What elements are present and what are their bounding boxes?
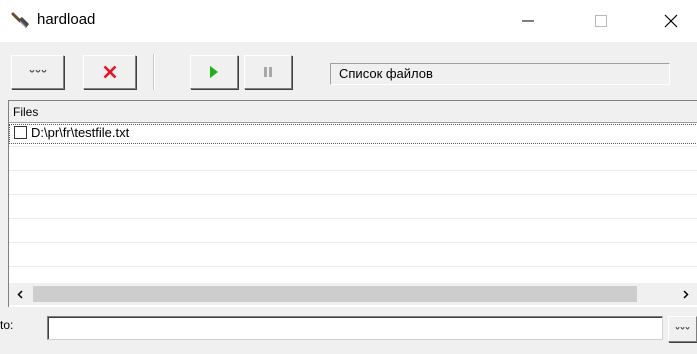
empty-row (9, 195, 697, 219)
scroll-right-button[interactable] (675, 283, 697, 305)
column-header-files[interactable]: Files (9, 101, 697, 122)
window-title: hardload (37, 11, 96, 28)
file-list[interactable]: Files D:\pr\fr\testfile.txt (8, 100, 697, 307)
item-checkbox[interactable] (14, 126, 27, 139)
shovel-icon (11, 12, 29, 28)
scroll-left-button[interactable] (9, 283, 31, 305)
list-header: Files (9, 101, 697, 123)
file-path: D:\pr\fr\testfile.txt (31, 125, 130, 140)
minimize-button[interactable] (505, 0, 551, 42)
empty-row (9, 147, 697, 171)
empty-row (9, 243, 697, 267)
list-item[interactable]: D:\pr\fr\testfile.txt (9, 123, 697, 147)
status-text: Список файлов (339, 66, 433, 81)
red-x-icon (103, 65, 116, 79)
maximize-icon (595, 15, 607, 27)
destination-input[interactable] (47, 316, 663, 340)
empty-row (9, 219, 697, 243)
maximize-button[interactable] (578, 0, 624, 42)
browse-destination-button[interactable] (668, 316, 697, 342)
ellipsis-icon (29, 69, 46, 73)
toolbar-separator (153, 54, 155, 90)
add-files-button[interactable] (11, 55, 64, 89)
horizontal-scrollbar[interactable] (9, 283, 697, 305)
chevron-right-icon (683, 289, 689, 299)
destination-label: to: (0, 318, 14, 332)
close-button[interactable] (648, 0, 694, 42)
toolbar: Список файлов (0, 42, 697, 98)
status-panel: Список файлов (330, 63, 670, 85)
scroll-thumb[interactable] (33, 286, 637, 302)
pause-button[interactable] (244, 55, 292, 89)
start-button[interactable] (190, 55, 238, 89)
play-icon (210, 66, 218, 78)
app-window: hardload Список файлов Files D:\pr\fr\te… (0, 0, 697, 354)
remove-file-button[interactable] (83, 55, 136, 89)
chevron-left-icon (17, 289, 23, 299)
pause-icon (264, 67, 272, 77)
close-icon (664, 14, 678, 28)
list-rows: D:\pr\fr\testfile.txt (9, 123, 697, 267)
ellipsis-icon (675, 326, 689, 330)
empty-row (9, 171, 697, 195)
minimize-icon (522, 20, 534, 22)
column-header-label: Files (13, 105, 39, 119)
title-bar: hardload (0, 0, 697, 42)
